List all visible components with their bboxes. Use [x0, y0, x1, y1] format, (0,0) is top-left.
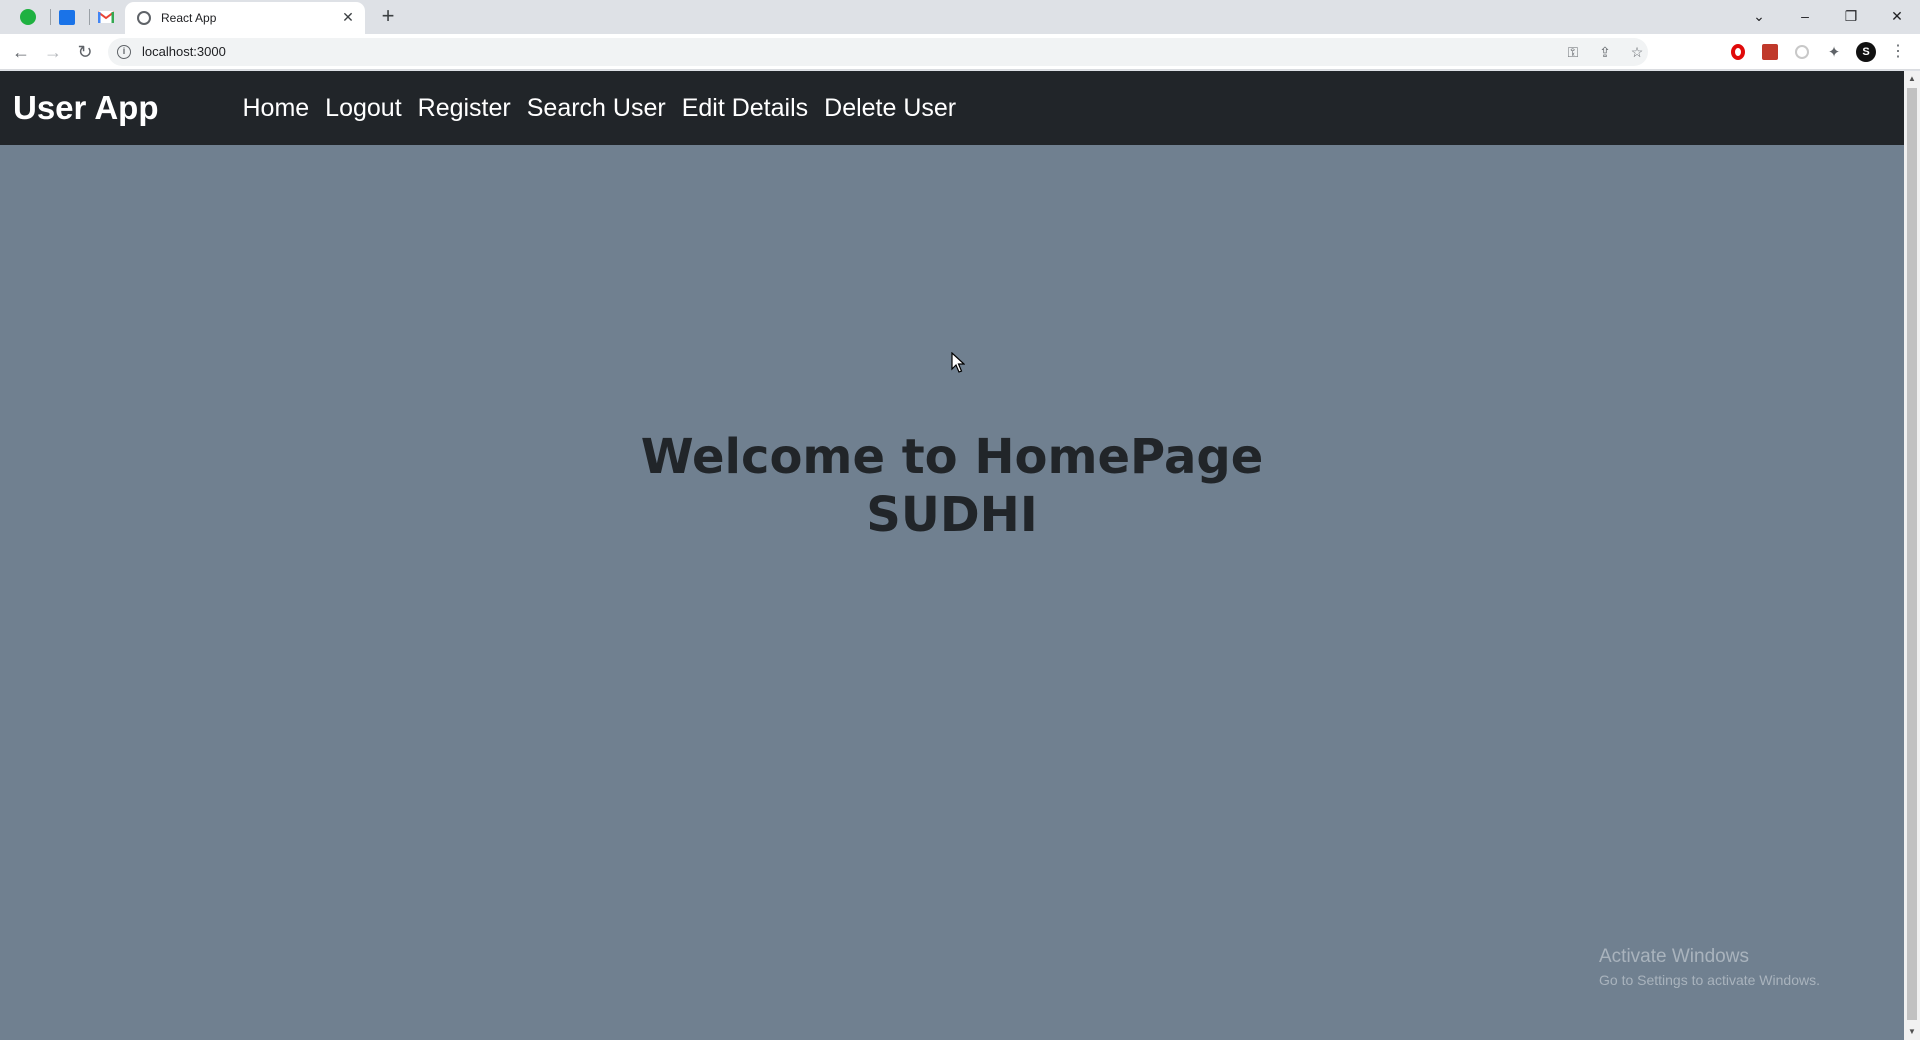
minimize-button[interactable]: – [1790, 5, 1820, 27]
browser-menu-icon[interactable]: ⋮ [1890, 41, 1906, 63]
nav-link-logout[interactable]: Logout [325, 94, 401, 123]
username-line: SUDHI [866, 487, 1038, 543]
activate-subtitle: Go to Settings to activate Windows. [1599, 972, 1820, 988]
globe-icon [137, 11, 151, 25]
opera-icon [1731, 44, 1745, 60]
pinned-tab-contacts[interactable] [56, 7, 78, 27]
scrollbar-thumb[interactable] [1907, 88, 1917, 1020]
red-extension-icon[interactable] [1761, 43, 1779, 61]
app-navbar: User App Home Logout Register Search Use… [0, 71, 1904, 145]
scroll-up-arrow-icon[interactable]: ▲ [1904, 71, 1920, 87]
browser-toolbar: ← → ↻ i localhost:3000 ⚿ ⇪ ☆ ✦ S ⋮ [0, 34, 1920, 70]
activate-windows-watermark: Activate Windows Go to Settings to activ… [1599, 946, 1820, 988]
mouse-pointer-icon [951, 352, 965, 373]
close-window-button[interactable]: ✕ [1882, 5, 1912, 27]
nav-link-register[interactable]: Register [418, 94, 511, 123]
tab-divider [50, 9, 51, 25]
brand-logo[interactable]: User App [13, 89, 158, 127]
new-tab-button[interactable]: + [376, 5, 400, 28]
key-icon[interactable]: ⚿ [1563, 43, 1583, 61]
forward-button[interactable]: → [41, 41, 65, 63]
nav-link-delete-user[interactable]: Delete User [824, 94, 956, 123]
pinned-tab-green[interactable] [17, 7, 39, 27]
share-icon[interactable]: ⇪ [1595, 43, 1615, 61]
info-icon[interactable]: i [117, 45, 131, 59]
scroll-down-arrow-icon[interactable]: ▼ [1904, 1024, 1920, 1040]
profile-avatar[interactable]: S [1856, 42, 1876, 62]
welcome-line: Welcome to HomePage [640, 429, 1264, 485]
nav-link-search-user[interactable]: Search User [527, 94, 666, 123]
opera-extension-icon[interactable] [1729, 43, 1747, 61]
nav-link-edit-details[interactable]: Edit Details [682, 94, 808, 123]
activate-title: Activate Windows [1599, 946, 1749, 967]
tab-title: React App [161, 11, 217, 25]
url-text[interactable]: localhost:3000 [142, 44, 226, 59]
green-s-icon [20, 9, 36, 25]
gmail-icon [98, 11, 114, 23]
nav-links: Home Logout Register Search User Edit De… [242, 94, 972, 123]
gray-circle-icon [1795, 45, 1809, 59]
gray-extension-icon[interactable] [1793, 43, 1811, 61]
active-tab[interactable]: React App ✕ [125, 2, 365, 34]
tab-divider [89, 9, 90, 25]
page-viewport: User App Home Logout Register Search Use… [0, 71, 1904, 1040]
contacts-icon [59, 9, 75, 25]
address-bar[interactable]: i localhost:3000 ⚿ ⇪ ☆ [108, 38, 1648, 66]
red-square-icon [1762, 44, 1778, 60]
tab-search-icon[interactable]: ⌄ [1744, 5, 1774, 27]
reload-button[interactable]: ↻ [73, 41, 97, 63]
extensions-puzzle-icon[interactable]: ✦ [1825, 43, 1843, 61]
page-scrollbar[interactable]: ▲ ▼ [1904, 71, 1920, 1040]
nav-link-home[interactable]: Home [242, 94, 309, 123]
pinned-tab-gmail[interactable] [95, 7, 117, 27]
back-button[interactable]: ← [9, 41, 33, 63]
restore-button[interactable]: ❐ [1836, 5, 1866, 27]
welcome-heading: Welcome to HomePage SUDHI [0, 428, 1904, 544]
bookmark-star-icon[interactable]: ☆ [1627, 43, 1647, 61]
browser-tab-strip: React App ✕ + ⌄ – ❐ ✕ [0, 0, 1920, 34]
tab-close-icon[interactable]: ✕ [339, 8, 357, 26]
